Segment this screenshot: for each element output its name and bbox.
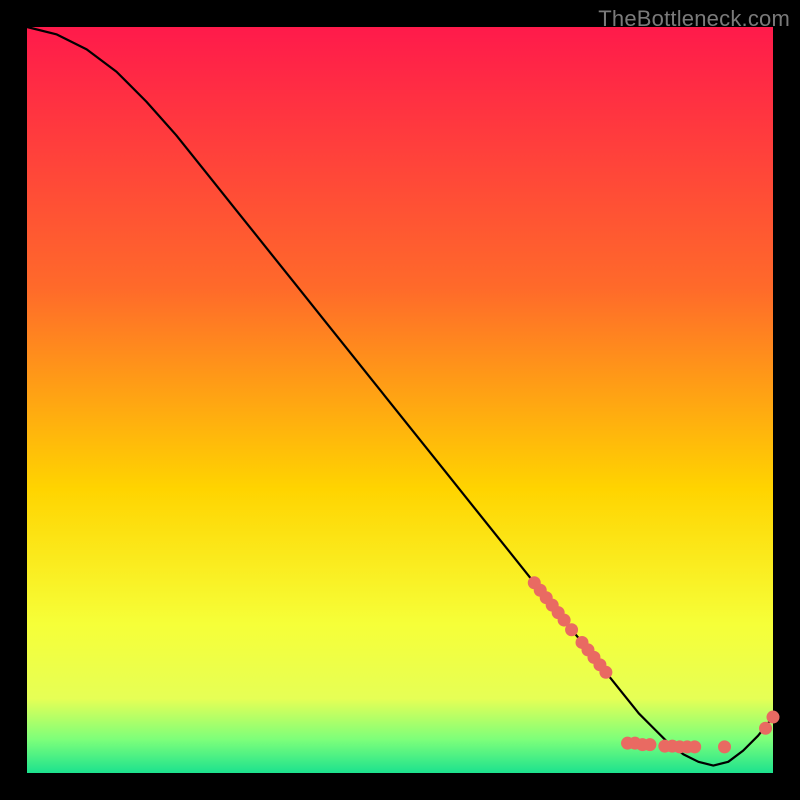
watermark-label: TheBottleneck.com xyxy=(598,6,790,32)
data-marker xyxy=(643,738,656,751)
data-marker xyxy=(759,722,772,735)
data-marker xyxy=(565,623,578,636)
chart-container: TheBottleneck.com xyxy=(0,0,800,800)
chart-svg xyxy=(0,0,800,800)
data-marker xyxy=(599,666,612,679)
data-marker xyxy=(718,740,731,753)
data-marker xyxy=(767,711,780,724)
plot-background xyxy=(27,27,773,773)
data-marker xyxy=(688,740,701,753)
